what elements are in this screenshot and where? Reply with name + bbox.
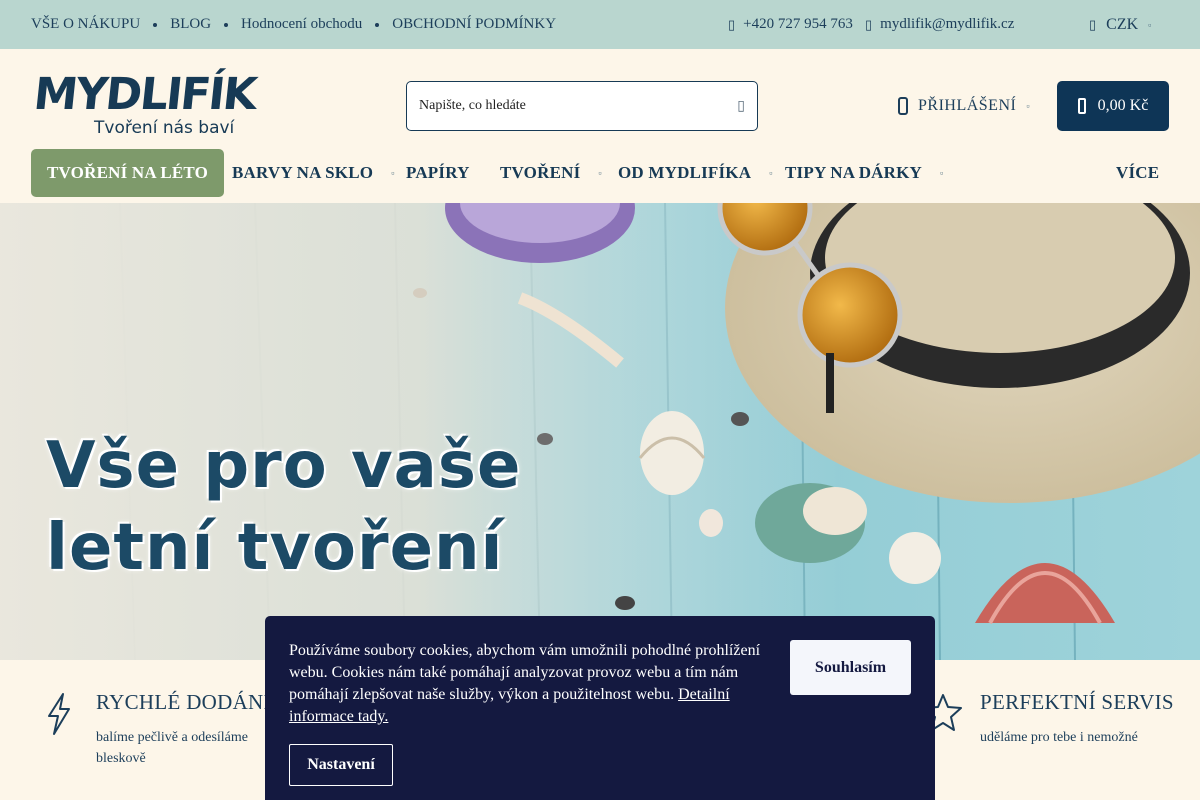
separator-dot <box>375 22 380 27</box>
cookie-settings-button[interactable]: Nastavení <box>289 744 393 786</box>
nav-label: TVOŘENÍ NA LÉTO <box>47 163 209 182</box>
nav-label: PAPÍRY <box>406 163 470 182</box>
top-bar: VŠE O NÁKUPU BLOG Hodnocení obchodu OBCH… <box>0 0 1200 49</box>
nav-label: TVOŘENÍ <box>500 163 581 182</box>
currency-label: CZK <box>1106 15 1139 33</box>
chevron-down-icon: ▫ <box>391 168 395 178</box>
chevron-down-icon: ▫ <box>1026 101 1031 111</box>
nav-label: TIPY NA DÁRKY <box>785 163 923 182</box>
nav-item-tvoreni-na-leto[interactable]: TVOŘENÍ NA LÉTO <box>31 149 225 197</box>
logo[interactable]: MYDLIFÍK Tvoření nás baví <box>31 69 257 143</box>
login-label: PŘIHLÁŠENÍ <box>918 97 1017 114</box>
header: MYDLIFÍK Tvoření nás baví ▯ PŘIHLÁŠENÍ ▫… <box>0 49 1200 203</box>
email-contact[interactable]: ▯ mydlifik@mydlifik.cz <box>865 0 1014 49</box>
hero-title: Vše pro vaše letní tvoření <box>46 425 521 589</box>
phone-contact[interactable]: ▯ +420 727 954 763 <box>728 0 853 49</box>
nav-item-tipy-na-darky[interactable]: TIPY NA DÁRKY ▫ <box>785 149 943 197</box>
main-nav: TVOŘENÍ NA LÉTO BARVY NA SKLO ▫ PAPÍRY T… <box>0 149 1200 197</box>
lightning-icon <box>48 693 70 735</box>
nav-label: VÍCE <box>1116 163 1160 182</box>
hero-title-line1: Vše pro vaše <box>46 429 522 503</box>
link-blog[interactable]: BLOG <box>170 16 211 33</box>
search-icon[interactable]: ▯ <box>737 98 745 115</box>
login-button[interactable]: PŘIHLÁŠENÍ ▫ <box>898 93 1030 119</box>
phone-icon: ▯ <box>728 16 736 32</box>
nav-item-od-mydlifika[interactable]: OD MYDLIFÍKA ▫ <box>618 149 773 197</box>
feature-desc: uděláme pro tebe i nemožné <box>980 727 1174 748</box>
feature-perfect-service: PERFEKTNÍ SERVIS uděláme pro tebe i nemo… <box>980 690 1174 748</box>
cart-icon <box>1077 98 1086 114</box>
cookie-banner: Používáme soubory cookies, abychom vám u… <box>265 616 935 800</box>
currency-icon: ▯ <box>1089 16 1097 32</box>
nav-item-barvy-na-sklo[interactable]: BARVY NA SKLO ▫ <box>232 149 395 197</box>
feature-title: RYCHLÉ DODÁNÍ <box>96 690 271 714</box>
separator-dot <box>224 22 229 27</box>
top-links: VŠE O NÁKUPU BLOG Hodnocení obchodu OBCH… <box>31 0 556 49</box>
chevron-down-icon: ▫ <box>940 168 944 178</box>
logo-tagline: Tvoření nás baví <box>94 118 235 138</box>
search-input[interactable] <box>419 98 738 114</box>
feature-desc-line: bleskově <box>96 751 146 766</box>
feature-desc: balíme pečlivě a odesíláme bleskově <box>96 727 271 769</box>
agree-button[interactable]: Souhlasím <box>790 640 911 695</box>
link-obchodni-podminky[interactable]: OBCHODNÍ PODMÍNKY <box>392 16 556 33</box>
cookie-text: Používáme soubory cookies, abychom vám u… <box>289 640 769 728</box>
nav-item-tvoreni[interactable]: TVOŘENÍ ▫ <box>500 149 602 197</box>
nav-label: BARVY NA SKLO <box>232 163 374 182</box>
search-box: ▯ <box>406 81 758 131</box>
link-vse-o-nakupu[interactable]: VŠE O NÁKUPU <box>31 16 140 33</box>
chevron-down-icon: ▫ <box>1148 19 1152 30</box>
phone-number: +420 727 954 763 <box>743 16 853 32</box>
nav-item-papiry[interactable]: PAPÍRY <box>406 149 470 197</box>
chevron-down-icon: ▫ <box>769 168 773 178</box>
nav-label: OD MYDLIFÍKA <box>618 163 752 182</box>
email-address: mydlifik@mydlifik.cz <box>880 16 1015 32</box>
chevron-down-icon: ▫ <box>598 168 602 178</box>
feature-fast-delivery: RYCHLÉ DODÁNÍ balíme pečlivě a odesíláme… <box>96 690 271 769</box>
logo-wordmark: MYDLIFÍK <box>31 69 258 120</box>
link-hodnoceni-obchodu[interactable]: Hodnocení obchodu <box>241 16 362 33</box>
feature-desc-line: balíme pečlivě a odesíláme <box>96 730 248 745</box>
hero-title-line2: letní tvoření <box>46 511 504 585</box>
cart-button[interactable]: 0,00 Kč <box>1057 81 1169 131</box>
nav-item-vice[interactable]: VÍCE <box>1116 149 1159 197</box>
email-icon: ▯ <box>865 16 873 32</box>
feature-desc-line: uděláme pro tebe i nemožné <box>980 730 1138 745</box>
separator-dot <box>153 22 158 27</box>
currency-selector[interactable]: ▯ CZK ▫ <box>1089 0 1151 49</box>
cart-total: 0,00 Kč <box>1097 97 1149 114</box>
hero-banner[interactable]: Vše pro vaše letní tvoření <box>0 203 1200 660</box>
user-icon <box>898 97 908 115</box>
feature-title: PERFEKTNÍ SERVIS <box>980 690 1174 714</box>
